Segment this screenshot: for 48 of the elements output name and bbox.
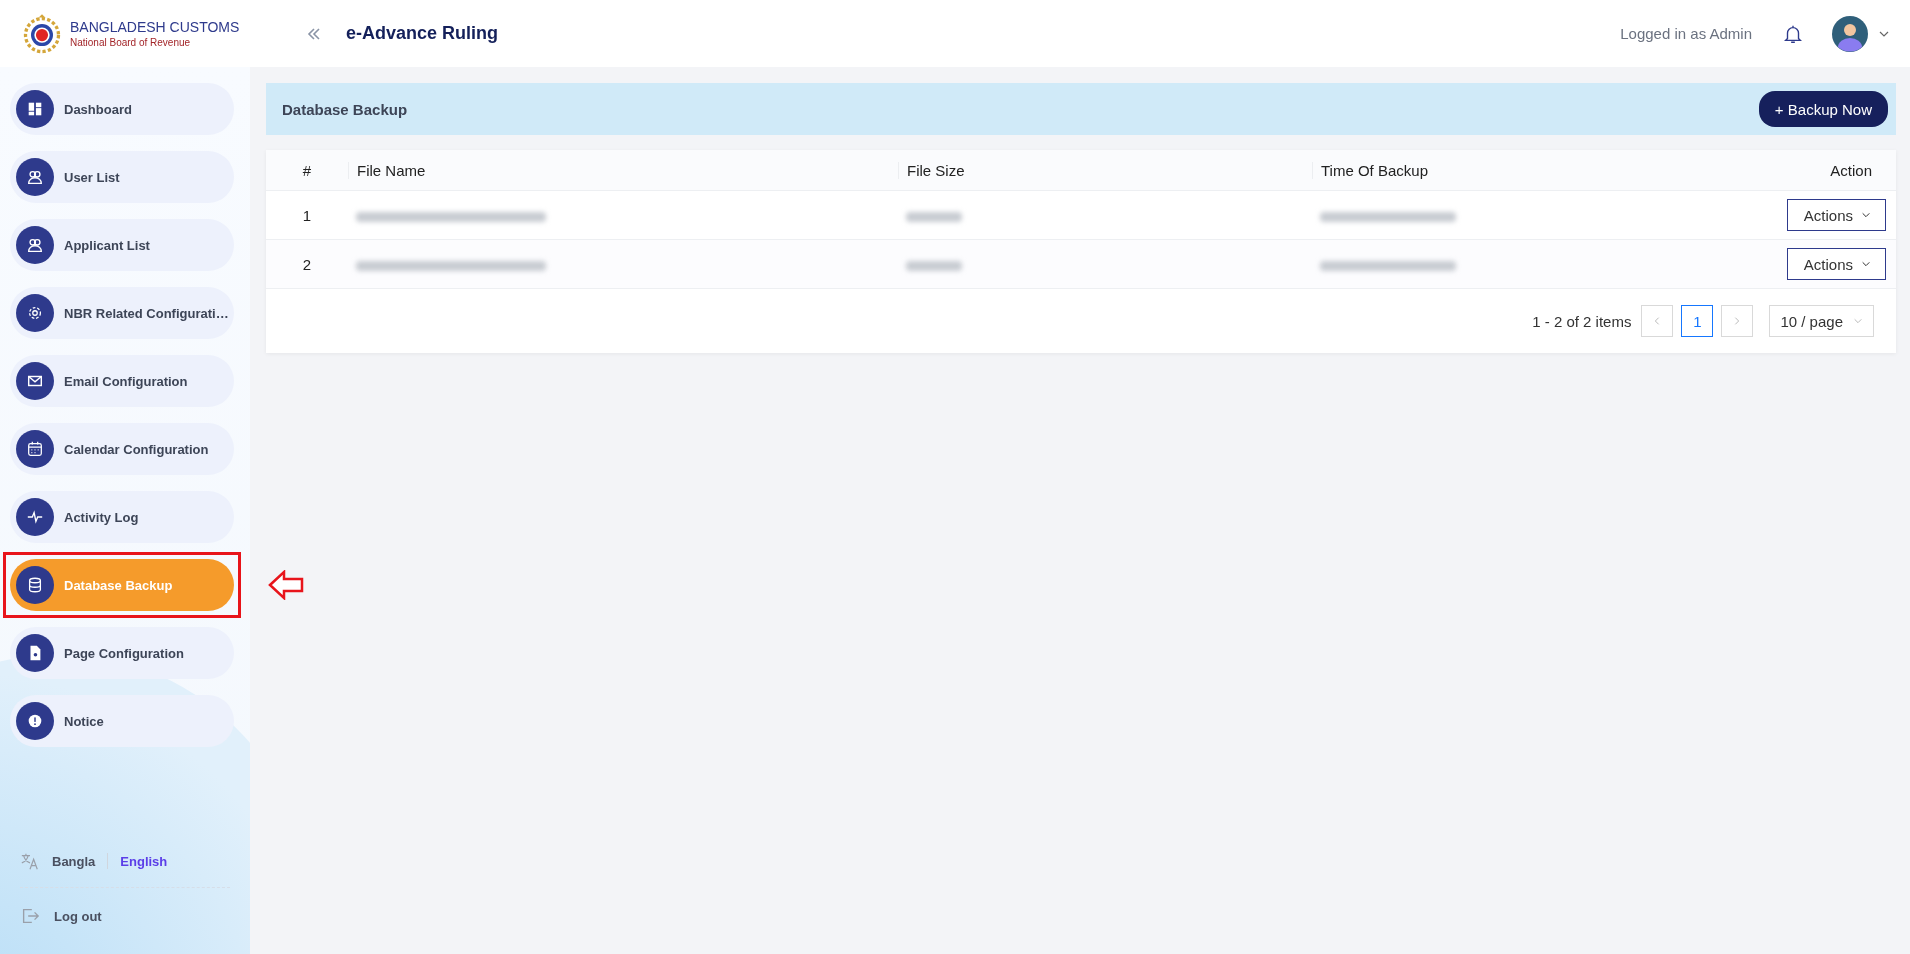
exclamation-icon [16, 702, 54, 740]
language-option[interactable]: Bangla [52, 853, 96, 869]
sidebar-item[interactable]: Activity Log [10, 491, 234, 543]
table-cell-text: 2 [301, 255, 313, 273]
pulse-icon [16, 498, 54, 536]
pagination-summary: 1 - 2 of 2 items [1532, 312, 1632, 330]
logout-icon [20, 906, 40, 926]
sidebar-item[interactable]: User List [10, 151, 234, 203]
backup-now-button[interactable]: + Backup Now [1758, 91, 1888, 127]
page-title: Database Backup [282, 100, 408, 118]
pointer-arrow-icon [268, 570, 304, 600]
calendar-icon [16, 430, 54, 468]
column-header: File Name [348, 161, 898, 179]
database-icon [16, 566, 54, 604]
chevron-down-icon [1861, 210, 1871, 220]
gear-icon [16, 294, 54, 332]
column-header: Action [1829, 161, 1873, 179]
column-header: Time Of Backup [1312, 161, 1652, 179]
sidebar-item[interactable]: Calendar Configuration [10, 423, 234, 475]
brand-title: BANGLADESH CUSTOMS [70, 19, 240, 35]
sidebar-item[interactable]: NBR Related Configurati… [10, 287, 234, 339]
actions-dropdown[interactable]: Actions [1786, 248, 1886, 280]
app-title: e-Advance Ruling [346, 23, 499, 44]
chevron-down-icon [1861, 259, 1871, 269]
column-header: File Size [898, 161, 1312, 179]
sidebar-item[interactable]: Applicant List [10, 219, 234, 271]
sidebar-item[interactable]: Page Configuration [10, 627, 234, 679]
actions-dropdown[interactable]: Actions [1786, 199, 1886, 231]
column-header: # [301, 161, 313, 179]
grid-icon [16, 90, 54, 128]
language-option[interactable]: English [120, 853, 168, 869]
users-icon [16, 158, 54, 196]
users-icon [16, 226, 54, 264]
chevron-down-icon [1853, 316, 1863, 326]
blurred-text [906, 211, 962, 222]
page-size-select[interactable]: 10 / page [1769, 305, 1874, 337]
translate-icon [20, 851, 40, 871]
avatar-icon[interactable] [1832, 15, 1868, 52]
envelope-icon [16, 362, 54, 400]
table-cell-text: 1 [301, 206, 313, 224]
brand-subtitle: National Board of Revenue [70, 37, 192, 48]
user-label: Logged in as Admin [1620, 25, 1752, 42]
sidebar-item[interactable]: Dashboard [10, 83, 234, 135]
page-number-button[interactable]: 1 [1681, 305, 1714, 337]
sidebar-item[interactable]: Email Configuration [10, 355, 234, 407]
logout-link[interactable]: Log out [20, 896, 230, 936]
sidebar-item[interactable]: Notice [10, 695, 234, 747]
blurred-text [906, 260, 962, 271]
